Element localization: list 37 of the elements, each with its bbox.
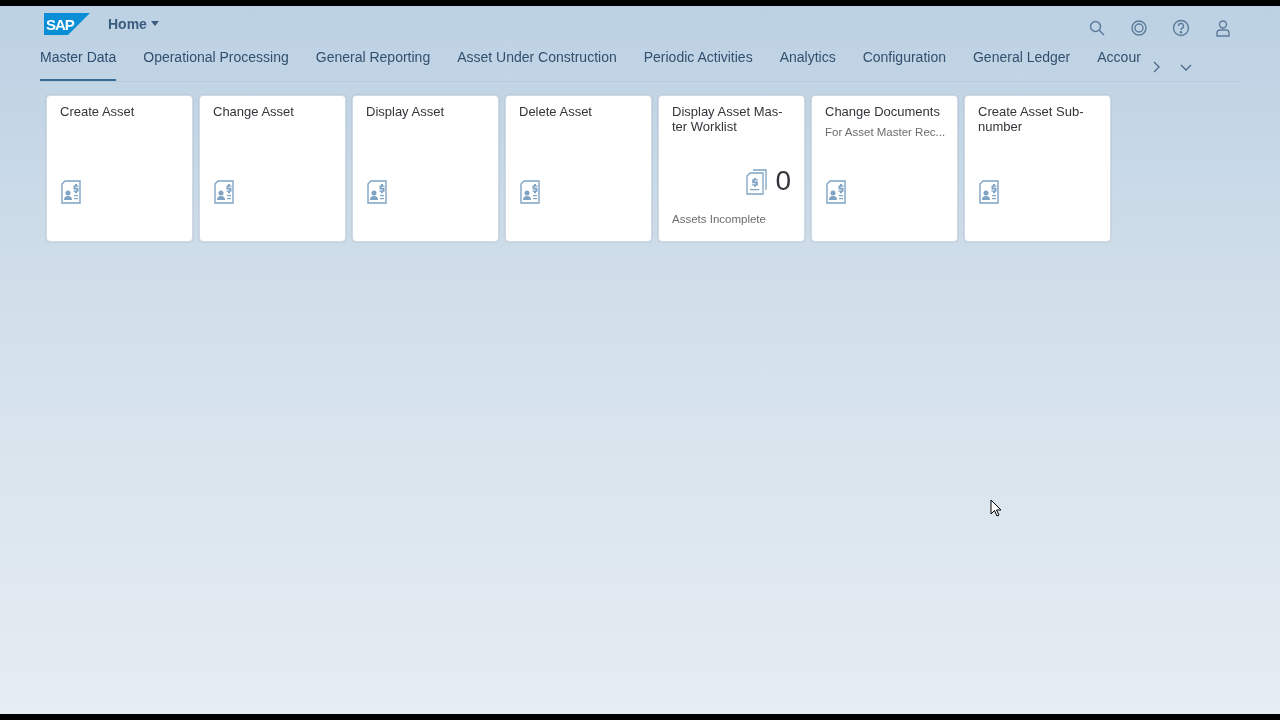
logo[interactable]: SAP <box>44 13 90 35</box>
kpi-value: 0 <box>775 166 791 195</box>
app-tile[interactable]: Change Documents For Asset Master Rec... <box>811 95 958 242</box>
tab[interactable]: Accour <box>1097 41 1141 81</box>
asset-document-icon <box>60 180 82 204</box>
tile-title: Change Asset <box>213 104 295 119</box>
documents-icon <box>745 168 768 195</box>
mouse-pointer-icon <box>990 499 1002 517</box>
asset-document-icon <box>825 180 847 204</box>
tile-title: Create Asset <box>60 104 136 119</box>
tile-title: Delete Asset <box>519 104 593 119</box>
home-menu[interactable]: Home <box>108 13 159 35</box>
app-tile[interactable]: Create Asset Sub- number <box>964 95 1111 242</box>
asset-document-icon <box>366 180 388 204</box>
tile-title: Change Documents <box>825 104 941 119</box>
tab[interactable]: Asset Under Construction <box>457 41 617 81</box>
tile-title: Create Asset Sub- number <box>978 104 1085 134</box>
asset-document-icon <box>978 180 1000 204</box>
app-tile[interactable]: Create Asset <box>46 95 193 242</box>
app-tile[interactable]: Delete Asset <box>505 95 652 242</box>
tab[interactable]: Analytics <box>779 41 836 81</box>
tab[interactable]: General Reporting <box>315 41 431 81</box>
app-tile[interactable]: Display Asset <box>352 95 499 242</box>
app-tile[interactable]: Display Asset Mas- ter Worklist 0 Assets Incomplete <box>658 95 805 242</box>
tile-title: Display Asset Mas- ter Worklist <box>672 104 784 134</box>
tile-title: Display Asset <box>366 104 446 119</box>
tile-footer: Assets Incomplete <box>672 210 791 228</box>
tile-subtitle: For Asset Master Rec... <box>825 125 944 140</box>
tab[interactable]: General Ledger <box>972 41 1071 81</box>
tab[interactable]: Configuration <box>862 41 946 81</box>
app-tile[interactable]: Change Asset <box>199 95 346 242</box>
caret-icon <box>150 21 159 27</box>
tab[interactable]: Operational Processing <box>143 41 289 81</box>
tab[interactable]: Master Data <box>40 41 117 81</box>
asset-document-icon <box>213 180 235 204</box>
tab[interactable]: Periodic Activities <box>643 41 753 81</box>
asset-document-icon <box>519 180 541 204</box>
